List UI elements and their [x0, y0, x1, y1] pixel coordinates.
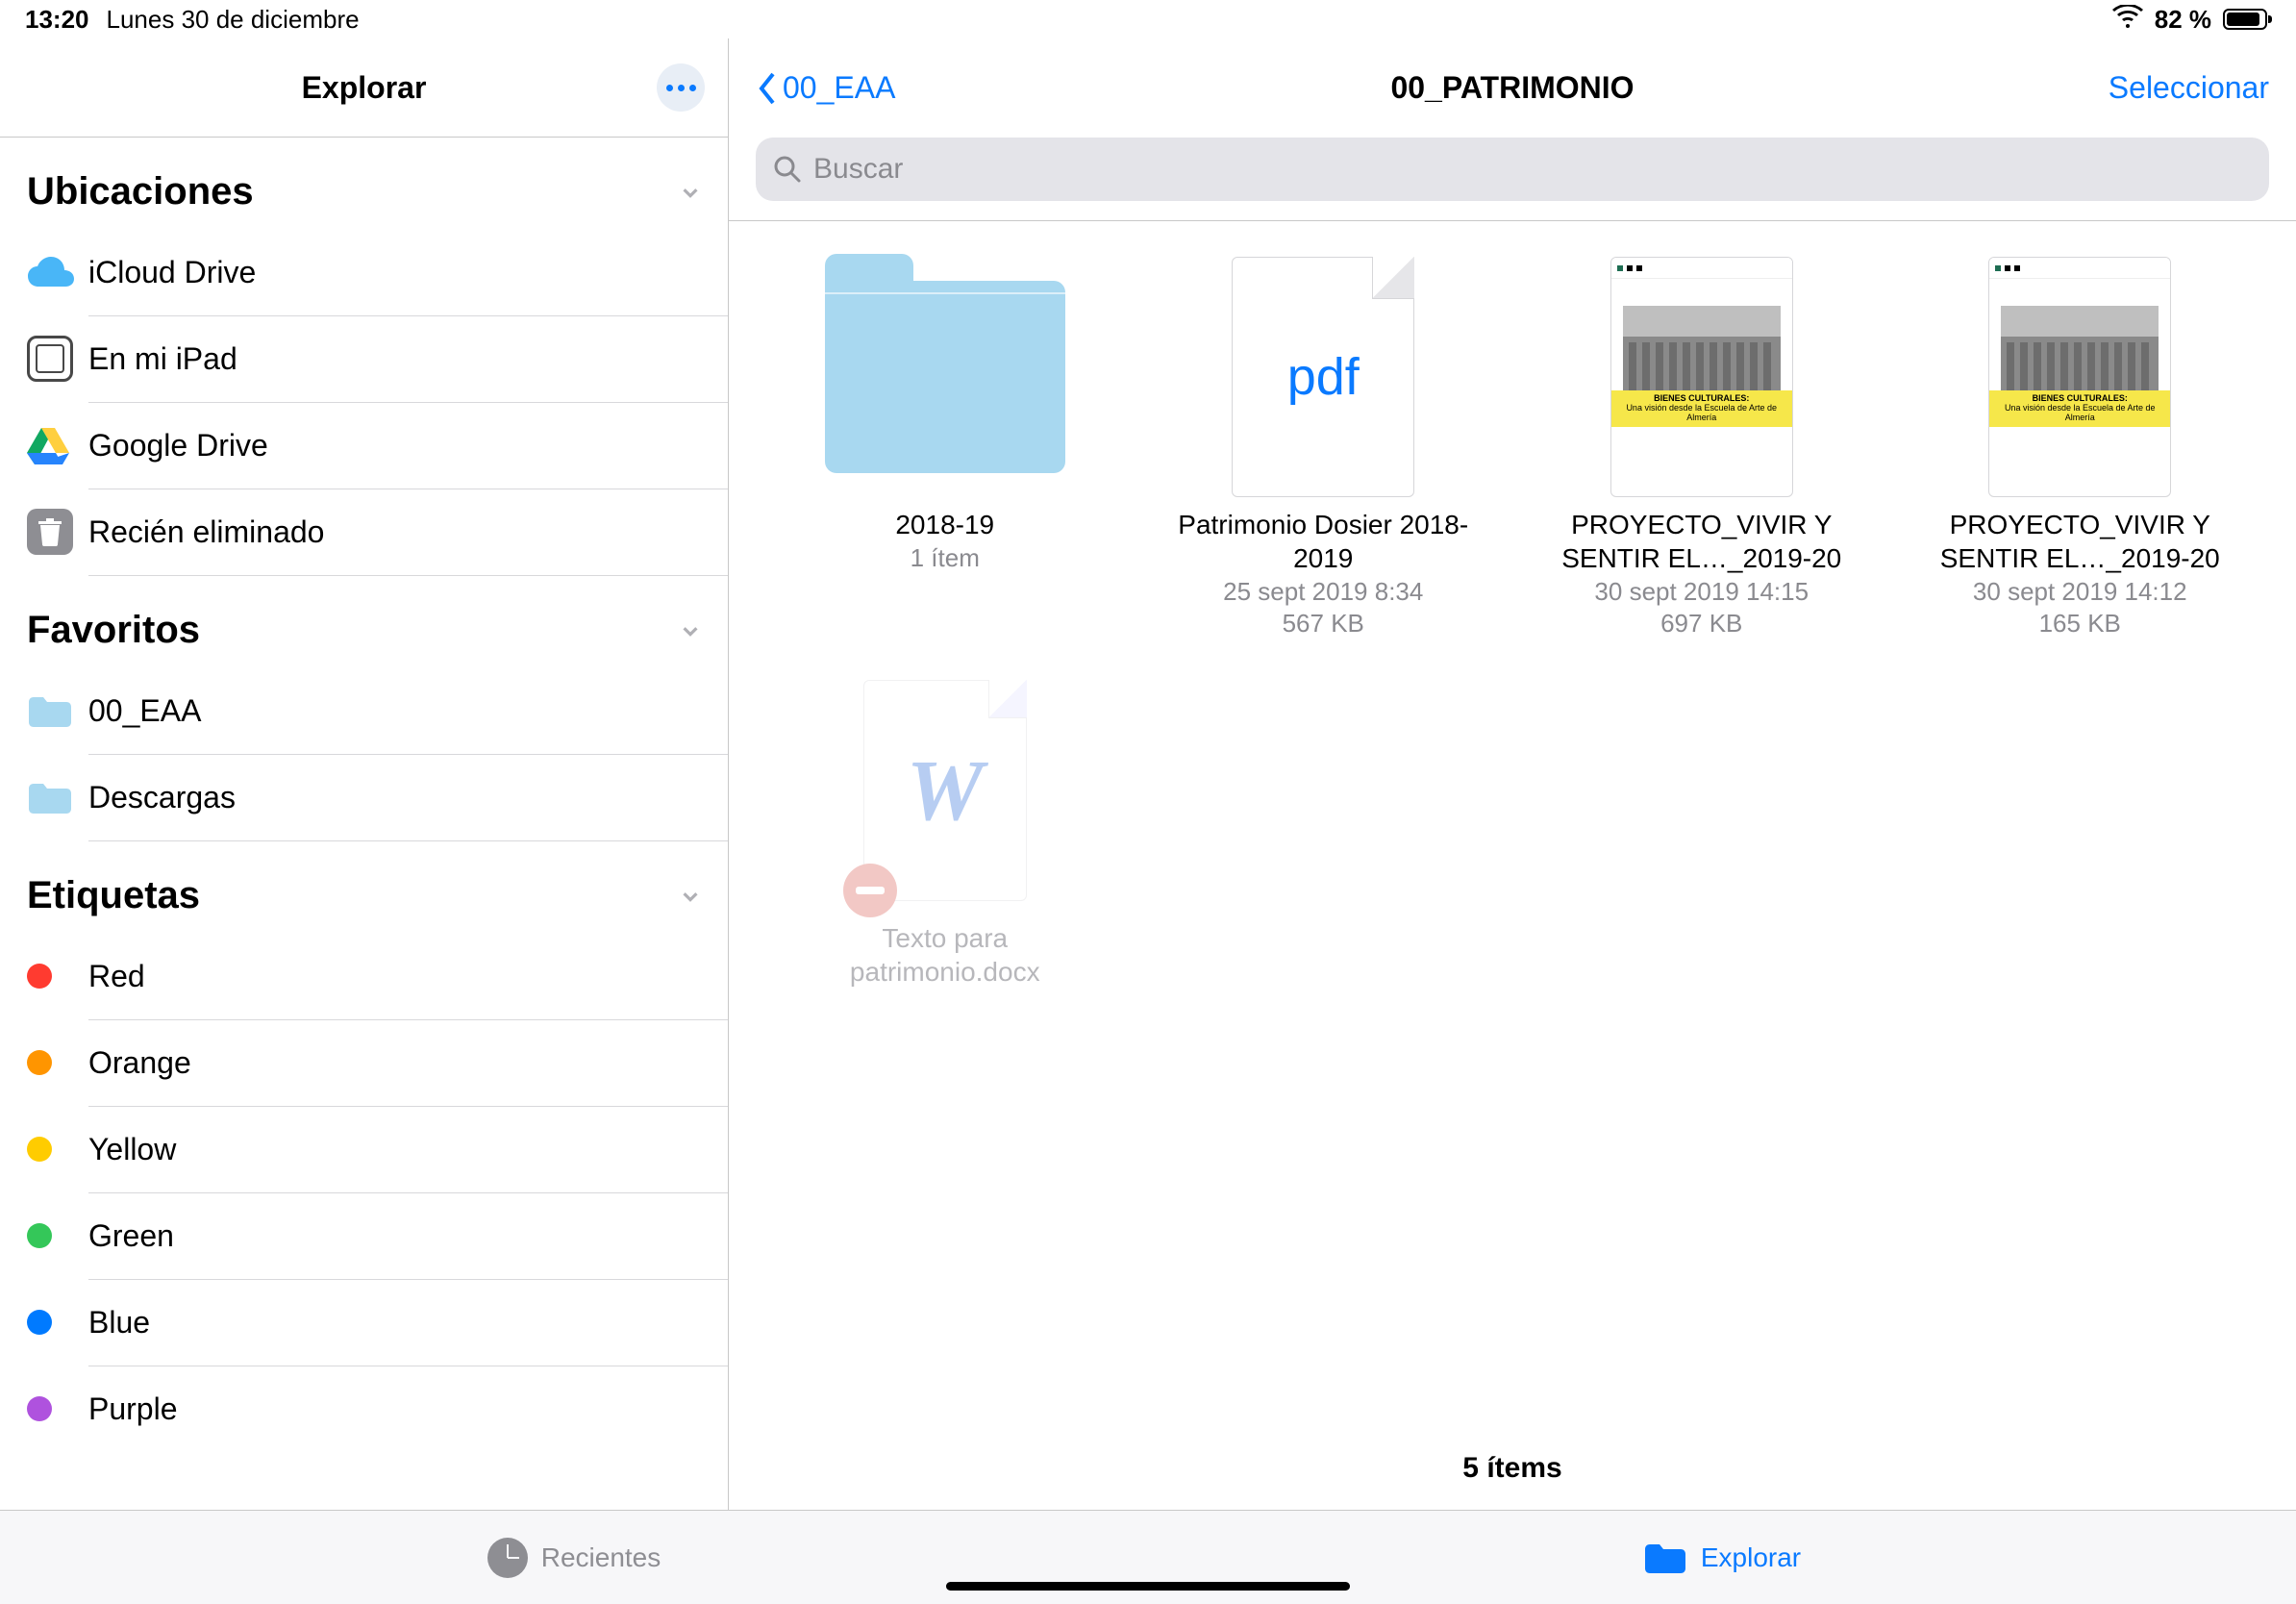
sidebar-item-icloud[interactable]: iCloud Drive [0, 229, 728, 315]
sidebar-tag-green[interactable]: Green [0, 1192, 728, 1279]
chevron-down-icon [680, 886, 701, 907]
file-name: Patrimonio Dosier 2018-2019 [1164, 508, 1482, 575]
sidebar-fav-00-eaa[interactable]: 00_EAA [0, 667, 728, 754]
sidebar-item-label: En mi iPad [88, 341, 701, 377]
sidebar-item-label: 00_EAA [88, 693, 701, 729]
status-time: 13:20 [25, 5, 89, 35]
sidebar-item-label: Recién eliminado [88, 514, 701, 550]
tag-dot-icon [27, 964, 52, 989]
section-header-locations[interactable]: Ubicaciones [0, 138, 728, 229]
sidebar-item-label: Yellow [88, 1132, 701, 1167]
file-meta: 25 sept 2019 8:34 [1223, 577, 1423, 607]
tag-dot-icon [27, 1050, 52, 1075]
tag-dot-icon [27, 1310, 52, 1335]
item-count: 5 ítems [729, 1439, 2296, 1510]
chevron-down-icon [680, 182, 701, 203]
folder-icon [825, 281, 1065, 473]
search-input[interactable] [813, 153, 2252, 186]
sidebar-item-label: iCloud Drive [88, 255, 701, 290]
sidebar-item-label: Green [88, 1218, 701, 1254]
file-item[interactable]: W Texto para patrimonio.docx [767, 665, 1123, 989]
tag-dot-icon [27, 1223, 52, 1248]
sidebar-item-gdrive[interactable]: Google Drive [0, 402, 728, 489]
home-indicator [946, 1582, 1350, 1591]
file-name: PROYECTO_VIVIR Y SENTIR EL…_2019-20 [1543, 508, 1860, 575]
cloud-icon [27, 256, 75, 288]
file-item[interactable]: BIENES CULTURALES:Una visión desde la Es… [1524, 252, 1880, 639]
google-drive-icon [27, 426, 69, 464]
file-meta: 30 sept 2019 14:15 [1594, 577, 1809, 607]
sidebar-item-on-my-ipad[interactable]: En mi iPad [0, 315, 728, 402]
back-button[interactable]: 00_EAA [756, 70, 895, 107]
sidebar-item-label: Orange [88, 1045, 701, 1081]
file-item[interactable]: pdf Patrimonio Dosier 2018-201925 sept 20… [1146, 252, 1502, 639]
battery-icon [2223, 9, 2267, 30]
more-button[interactable] [657, 63, 705, 112]
trash-icon [27, 509, 73, 555]
file-item[interactable]: BIENES CULTURALES:Una visión desde la Es… [1903, 252, 2259, 639]
file-size: 697 KB [1660, 609, 1742, 639]
file-size: 165 KB [2039, 609, 2121, 639]
wifi-icon [2112, 5, 2143, 35]
file-item[interactable]: 2018-191 ítem [767, 252, 1123, 639]
status-date: Lunes 30 de diciembre [107, 5, 360, 35]
folder-icon [27, 692, 73, 729]
section-header-favorites[interactable]: Favoritos [0, 576, 728, 667]
section-title-locations: Ubicaciones [27, 170, 254, 213]
main-nav: 00_EAA 00_PATRIMONIO Seleccionar [729, 38, 2296, 138]
sidebar-tag-orange[interactable]: Orange [0, 1019, 728, 1106]
file-name: Texto para patrimonio.docx [786, 921, 1104, 989]
sidebar-item-label: Purple [88, 1391, 701, 1427]
section-title-favorites: Favoritos [27, 609, 200, 652]
document-thumbnail: BIENES CULTURALES:Una visión desde la Es… [1988, 257, 2171, 497]
unavailable-badge-icon [843, 864, 897, 917]
chevron-down-icon [680, 620, 701, 641]
back-label: 00_EAA [783, 70, 895, 106]
tab-label: Explorar [1701, 1542, 1801, 1573]
file-size: 567 KB [1283, 609, 1364, 639]
status-bar: 13:20 Lunes 30 de diciembre 82 % [0, 0, 2296, 38]
file-name: PROYECTO_VIVIR Y SENTIR EL…_2019-20 [1921, 508, 2238, 575]
file-meta: 30 sept 2019 14:12 [1973, 577, 2187, 607]
clock-icon [487, 1538, 528, 1578]
chevron-left-icon [756, 70, 779, 107]
search-field[interactable] [756, 138, 2269, 201]
sidebar-item-label: Red [88, 959, 701, 994]
pdf-icon: pdf [1232, 257, 1414, 497]
sidebar-tag-blue[interactable]: Blue [0, 1279, 728, 1366]
folder-icon [1643, 1541, 1687, 1575]
tag-dot-icon [27, 1396, 52, 1421]
sidebar-tag-purple[interactable]: Purple [0, 1366, 728, 1452]
word-doc-icon: W [863, 680, 1027, 901]
ipad-icon [27, 336, 73, 382]
main-pane: 00_EAA 00_PATRIMONIO Seleccionar 2018-19… [729, 38, 2296, 1510]
sidebar-tag-yellow[interactable]: Yellow [0, 1106, 728, 1192]
sidebar-header: Explorar [0, 38, 728, 138]
sidebar-item-label: Descargas [88, 780, 701, 815]
section-title-tags: Etiquetas [27, 874, 200, 917]
sidebar-item-recently-deleted[interactable]: Recién eliminado [0, 489, 728, 575]
battery-percent: 82 % [2155, 5, 2211, 35]
section-header-tags[interactable]: Etiquetas [0, 841, 728, 933]
document-thumbnail: BIENES CULTURALES:Una visión desde la Es… [1610, 257, 1793, 497]
file-name: 2018-19 [895, 508, 994, 541]
sidebar-title: Explorar [302, 70, 427, 106]
tab-label: Recientes [541, 1542, 661, 1573]
sidebar-item-label: Blue [88, 1305, 701, 1341]
sidebar-fav-downloads[interactable]: Descargas [0, 754, 728, 840]
sidebar-item-label: Google Drive [88, 428, 701, 464]
tag-dot-icon [27, 1137, 52, 1162]
sidebar: Explorar Ubicaciones [0, 38, 729, 1510]
select-button[interactable]: Seleccionar [2109, 70, 2269, 106]
search-icon [773, 155, 802, 184]
sidebar-tag-red[interactable]: Red [0, 933, 728, 1019]
file-meta: 1 ítem [911, 543, 980, 573]
folder-icon [27, 779, 73, 815]
page-title: 00_PATRIMONIO [1390, 70, 1634, 106]
